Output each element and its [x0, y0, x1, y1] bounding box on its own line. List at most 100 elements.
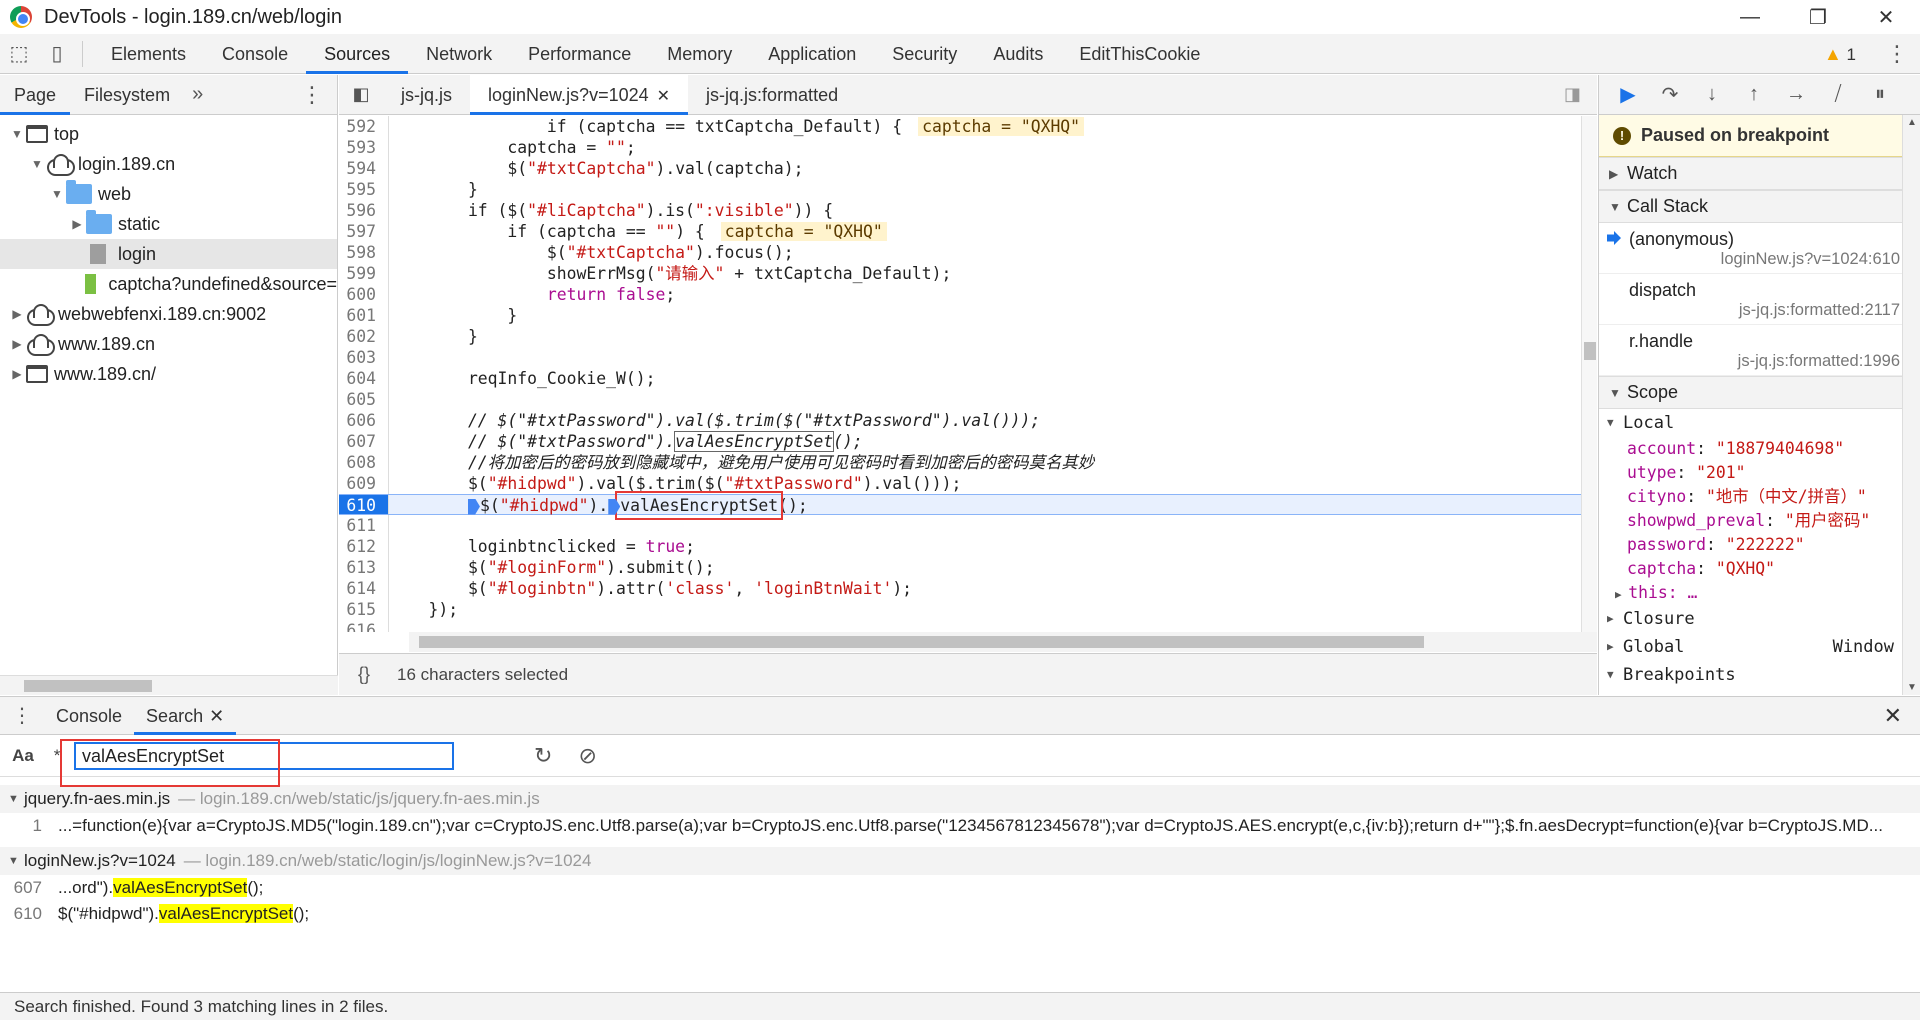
- collapse-icon[interactable]: ▼: [48, 187, 66, 201]
- tree-item[interactable]: ▶ www.189.cn: [0, 329, 337, 359]
- step-icon[interactable]: →: [1775, 83, 1817, 106]
- tree-item[interactable]: ▼ top: [0, 119, 337, 149]
- scope-variable[interactable]: showpwd_preval: "用户密码": [1627, 509, 1920, 533]
- tab-console[interactable]: Console: [204, 34, 306, 74]
- watch-pane-header[interactable]: ▶ Watch: [1599, 157, 1920, 190]
- expand-icon[interactable]: ▶: [8, 337, 26, 351]
- result-group: ▼ jquery.fn-aes.min.js — login.189.cn/web/…: [0, 785, 1920, 839]
- this-variable[interactable]: ▶ this: …: [1599, 581, 1920, 605]
- code-view[interactable]: 592 if (captcha == txtCaptcha_Default) {…: [339, 116, 1581, 632]
- editor-vertical-scrollbar[interactable]: [1581, 116, 1597, 632]
- drawer-tab-search[interactable]: Search ✕: [134, 697, 237, 735]
- drawer-menu-icon[interactable]: ⋮: [0, 703, 44, 728]
- step-over-icon[interactable]: ↷: [1649, 82, 1691, 107]
- resume-icon[interactable]: ▶: [1607, 82, 1649, 107]
- editor-tab-js-jq-formatted[interactable]: js-jq.js:formatted: [688, 75, 856, 115]
- scope-pane-header[interactable]: ▼ Scope: [1599, 376, 1920, 409]
- inline-value: captcha = "QXHQ": [918, 117, 1085, 136]
- tab-application[interactable]: Application: [750, 34, 874, 74]
- breakpoint-marker[interactable]: 610: [339, 495, 389, 515]
- expand-icon[interactable]: ▶: [68, 217, 86, 231]
- refresh-icon[interactable]: ↻: [534, 743, 552, 769]
- editor-status-bar: {} 16 characters selected: [339, 653, 1597, 695]
- collapse-icon[interactable]: ▼: [28, 157, 46, 171]
- breakpoints-pane-header[interactable]: ▼ Breakpoints: [1599, 661, 1920, 689]
- toggle-debugger-icon[interactable]: ◨: [1564, 84, 1581, 105]
- toggle-navigator-icon[interactable]: ◧: [339, 84, 383, 105]
- closure-scope[interactable]: ▶ Closure: [1599, 605, 1920, 633]
- file-tree: ▼ top ▼ login.189.cn ▼ web ▶ static login captcha…: [0, 115, 337, 389]
- clear-icon[interactable]: ⊘: [578, 743, 596, 769]
- navigator-scrollbar[interactable]: [0, 675, 338, 695]
- search-result-line[interactable]: 1 ...=function(e){var a=CryptoJS.MD5("log…: [0, 813, 1920, 839]
- search-result-line[interactable]: 610 $("#hidpwd").valAesEncryptSet();: [0, 901, 1920, 927]
- search-match-highlight: valAesEncryptSet: [674, 431, 835, 452]
- regex-toggle[interactable]: *: [46, 746, 68, 766]
- tab-editthiscookie[interactable]: EditThisCookie: [1061, 34, 1218, 74]
- search-results: ▼ jquery.fn-aes.min.js — login.189.cn/web/…: [0, 785, 1920, 927]
- paused-message: Paused on breakpoint: [1641, 125, 1830, 145]
- tab-elements[interactable]: Elements: [93, 34, 204, 74]
- warnings-counter[interactable]: ▲ 1: [1824, 34, 1856, 74]
- scope-variable[interactable]: password: "222222": [1627, 533, 1920, 557]
- close-window-button[interactable]: ✕: [1852, 0, 1920, 34]
- call-frame[interactable]: r.handle js-jq.js:formatted:1996: [1599, 325, 1920, 376]
- tab-page[interactable]: Page: [0, 75, 71, 115]
- sidebar-scrollbar[interactable]: ▲ ▼: [1902, 115, 1920, 695]
- tab-memory[interactable]: Memory: [649, 34, 750, 74]
- scope-variable[interactable]: utype: "201": [1627, 461, 1920, 485]
- tree-item[interactable]: ▶ www.189.cn/: [0, 359, 337, 389]
- scope-variable[interactable]: captcha: "QXHQ": [1627, 557, 1920, 581]
- pause-on-exceptions-icon[interactable]: ⏸: [1859, 83, 1901, 106]
- deactivate-breakpoints-icon[interactable]: ⧸: [1817, 83, 1859, 106]
- step-into-icon[interactable]: ↓: [1691, 83, 1733, 106]
- match-case-toggle[interactable]: Aa: [0, 746, 46, 766]
- tree-item[interactable]: ▼ web: [0, 179, 337, 209]
- navigator-menu-icon[interactable]: ⋮: [301, 82, 323, 108]
- tab-security[interactable]: Security: [874, 34, 975, 74]
- editor-horizontal-scrollbar[interactable]: [409, 632, 1597, 652]
- result-file-header[interactable]: ▼ loginNew.js?v=1024— login.189.cn/web/st…: [0, 847, 1920, 875]
- execution-pointer-icon: [467, 498, 480, 515]
- tree-item[interactable]: ▶ webwebfenxi.189.cn:9002: [0, 299, 337, 329]
- code-line: 603: [339, 347, 1581, 368]
- scope-variable[interactable]: account: "18879404698": [1627, 437, 1920, 461]
- search-input[interactable]: valAesEncryptSet: [74, 741, 454, 770]
- drawer-tab-console[interactable]: Console: [44, 697, 134, 735]
- tab-sources[interactable]: Sources: [306, 34, 409, 74]
- global-scope[interactable]: ▶ Global Window: [1599, 633, 1920, 661]
- search-result-line[interactable]: 607 ...ord").valAesEncryptSet();: [0, 875, 1920, 901]
- step-out-icon[interactable]: ↑: [1733, 83, 1775, 106]
- pretty-print-button[interactable]: {}: [339, 664, 389, 685]
- tab-network[interactable]: Network: [408, 34, 510, 74]
- scope-variable[interactable]: cityno: "地市（中文/拼音）": [1627, 485, 1920, 509]
- call-frame[interactable]: dispatch js-jq.js:formatted:2117: [1599, 274, 1920, 325]
- editor-tab-loginnew[interactable]: loginNew.js?v=1024 ✕: [470, 74, 689, 115]
- more-tabs-icon[interactable]: »: [184, 83, 211, 106]
- close-tab-icon[interactable]: ✕: [657, 88, 670, 105]
- call-frame[interactable]: (anonymous) loginNew.js?v=1024:610: [1599, 223, 1920, 274]
- tree-item[interactable]: login: [0, 239, 337, 269]
- call-stack-pane-header[interactable]: ▼ Call Stack: [1599, 190, 1920, 223]
- collapse-icon[interactable]: ▼: [8, 127, 26, 141]
- minimize-button[interactable]: —: [1716, 0, 1784, 34]
- tree-item[interactable]: captcha?undefined&source=: [0, 269, 337, 299]
- local-scope[interactable]: ▼ Local: [1599, 409, 1920, 437]
- expand-icon[interactable]: ▶: [8, 307, 26, 321]
- tab-filesystem[interactable]: Filesystem: [70, 75, 184, 115]
- tab-audits[interactable]: Audits: [975, 34, 1061, 74]
- restore-button[interactable]: ❐: [1784, 0, 1852, 34]
- result-file-header[interactable]: ▼ jquery.fn-aes.min.js — login.189.cn/web/…: [0, 785, 1920, 813]
- device-toolbar-icon[interactable]: ▯: [38, 35, 76, 73]
- inspect-element-icon[interactable]: ⬚: [0, 35, 38, 73]
- expand-icon[interactable]: ▶: [8, 367, 26, 381]
- tab-performance[interactable]: Performance: [510, 34, 649, 74]
- tree-item-label: webwebfenxi.189.cn:9002: [58, 303, 267, 324]
- close-drawer-icon[interactable]: ✕: [1884, 703, 1902, 729]
- editor-tab-js-jq[interactable]: js-jq.js: [383, 75, 470, 115]
- tree-item[interactable]: ▶ static: [0, 209, 337, 239]
- tree-item[interactable]: ▼ login.189.cn: [0, 149, 337, 179]
- selection-status: 16 characters selected: [397, 664, 569, 684]
- devtools-menu-icon[interactable]: ⋮: [1886, 34, 1908, 74]
- close-tab-icon[interactable]: ✕: [209, 706, 224, 726]
